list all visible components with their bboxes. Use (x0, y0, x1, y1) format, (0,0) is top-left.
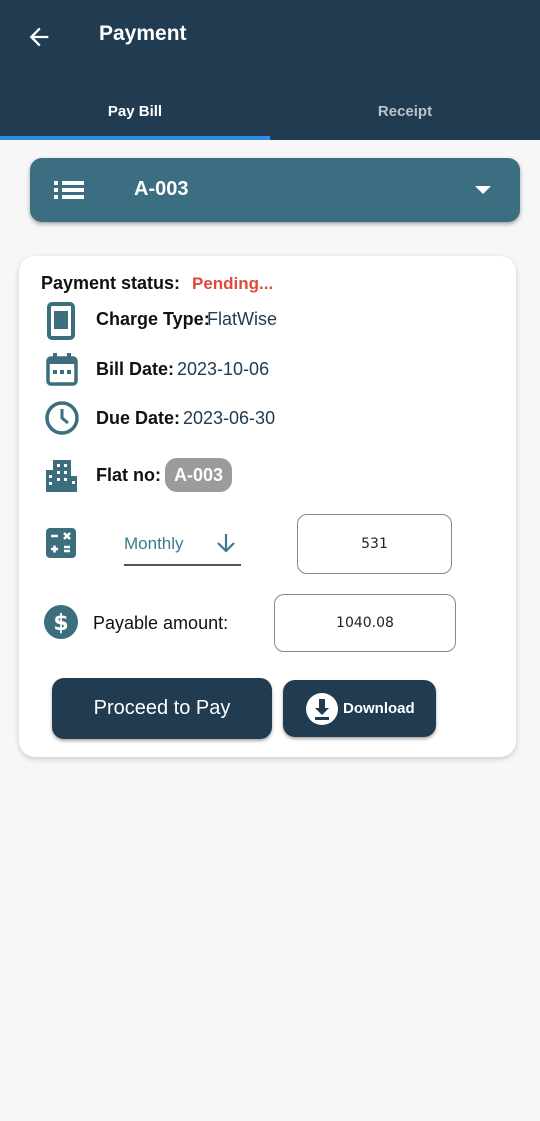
payment-card: Payment status: Pending... Charge Type: … (19, 256, 516, 757)
bill-date-value: 2023-10-06 (177, 359, 270, 379)
selected-flat-label: A-003 (134, 178, 189, 200)
app-bar: Payment Pay Bill Receipt (0, 0, 540, 140)
due-date-value: 2023-06-30 (183, 408, 276, 428)
tab-pay-bill[interactable]: Pay Bill (0, 86, 270, 136)
payment-status-label: Payment status: (41, 273, 181, 293)
download-button[interactable]: Download (283, 680, 436, 737)
period-select[interactable]: Monthly (124, 526, 241, 566)
payable-amount-label: Payable amount: (93, 613, 229, 633)
flat-no-chip: A-003 (165, 458, 232, 492)
charge-type-value: FlatWise (207, 309, 278, 329)
payable-amount-field[interactable]: 1040.08 (274, 594, 456, 652)
clock-icon (45, 401, 79, 435)
building-icon (46, 460, 77, 492)
list-icon (54, 181, 84, 199)
tab-receipt[interactable]: Receipt (270, 86, 540, 136)
caret-down-icon[interactable] (474, 185, 492, 195)
svg-text:$: $ (53, 611, 68, 636)
calendar-icon (46, 353, 78, 386)
due-date-label: Due Date: (96, 408, 181, 428)
proceed-to-pay-button[interactable]: Proceed to Pay (52, 678, 272, 739)
bill-date-label: Bill Date: (96, 359, 175, 379)
dollar-icon: $ (44, 605, 78, 639)
download-label: Download (343, 700, 415, 717)
flat-no-label: Flat no: (96, 465, 161, 485)
phone-icon (47, 302, 75, 340)
payment-status-value: Pending... (192, 274, 274, 293)
page-title: Payment (99, 22, 187, 45)
charge-type-label: Charge Type: (96, 309, 210, 329)
tab-indicator (0, 136, 270, 140)
flat-selector-dropdown[interactable]: A-003 (30, 158, 520, 222)
arrow-down-icon (217, 534, 235, 553)
period-amount-input[interactable]: 531 (297, 514, 452, 574)
arrow-left-icon (29, 27, 49, 47)
calculator-icon (46, 528, 76, 558)
period-select-value: Monthly (124, 534, 184, 553)
back-button[interactable] (22, 20, 56, 54)
download-icon (306, 693, 338, 725)
